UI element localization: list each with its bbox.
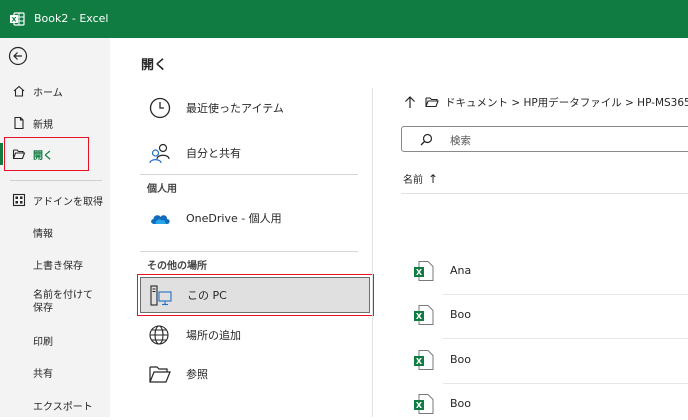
addins-grid-icon (12, 193, 26, 207)
file-row[interactable]: X Boo (413, 300, 688, 330)
excel-file-icon: X (414, 394, 434, 414)
clock-icon (149, 97, 171, 119)
excel-app-icon: X (10, 12, 25, 26)
nav-new-label: 新規 (33, 119, 53, 131)
nav-divider (10, 180, 102, 181)
file-browser: ドキュメント > HP用データファイル > HP-MS365 検索 名前 ↑ X… (373, 38, 688, 417)
shared-people-icon (149, 143, 170, 164)
file-row[interactable]: X Boo (413, 389, 688, 419)
sort-ascending-icon: ↑ (428, 171, 439, 186)
highlight-box-open (4, 137, 89, 171)
location-onedrive-label: OneDrive - 個人用 (186, 212, 282, 225)
location-shared-label: 自分と共有 (186, 147, 241, 160)
section-personal: 個人用 (147, 184, 177, 195)
title-bar: X Book2 - Excel (0, 0, 688, 38)
file-name: Boo (450, 353, 472, 366)
nav-save-as-label: 名前を付けて保存 (33, 290, 93, 314)
location-add-place-label: 場所の追加 (186, 329, 241, 342)
nav-export-label: エクスポート (33, 401, 93, 413)
breadcrumb-path[interactable]: ドキュメント > HP用データファイル > HP-MS365 (445, 95, 688, 110)
nav-addins-label: アドインを取得 (33, 196, 103, 208)
header-divider (401, 193, 688, 194)
file-row[interactable]: X Boo (413, 345, 688, 375)
svg-text:X: X (416, 268, 423, 277)
excel-file-icon: X (414, 261, 434, 281)
file-name: Ana (450, 264, 472, 277)
file-divider (443, 383, 688, 384)
location-browse-label: 参照 (186, 368, 208, 381)
file-name: Boo (450, 397, 472, 410)
file-name: Boo (450, 308, 472, 321)
nav-export[interactable]: エクスポート (0, 390, 110, 420)
nav-home-label: ホーム (33, 87, 63, 99)
nav-info-label: 情報 (33, 228, 53, 240)
backstage-nav: ホーム 新規 開く アドインを取得 情報 上書き保存 名前を付けて保存 印刷 共… (0, 38, 110, 417)
svg-text:X: X (416, 401, 423, 410)
location-recent-label: 最近使ったアイテム (186, 102, 284, 115)
excel-file-icon: X (414, 350, 434, 370)
search-icon (420, 133, 433, 146)
back-arrow-icon[interactable] (8, 46, 28, 66)
home-icon (13, 85, 25, 97)
nav-save[interactable]: 上書き保存 (0, 249, 110, 279)
nav-addins[interactable]: アドインを取得 (0, 185, 110, 215)
open-pane: 開く 最近使ったアイテム 自分と共有 個人用 OneDrive - 個人用 その… (110, 38, 688, 417)
up-arrow-icon[interactable] (403, 95, 417, 109)
nav-print-label: 印刷 (33, 336, 53, 348)
section-divider (140, 251, 358, 252)
file-divider (443, 294, 688, 295)
folder-icon (425, 97, 439, 108)
onedrive-cloud-icon (151, 215, 170, 224)
column-header-name[interactable]: 名前 ↑ (403, 171, 439, 187)
location-add-place[interactable]: 場所の追加 (140, 317, 370, 353)
svg-text:X: X (416, 357, 423, 366)
svg-text:X: X (11, 16, 16, 24)
nav-share[interactable]: 共有 (0, 357, 110, 387)
nav-save-label: 上書き保存 (33, 260, 83, 272)
page-title: 開く (141, 58, 168, 73)
search-placeholder: 検索 (450, 135, 471, 147)
excel-file-icon: X (414, 305, 434, 325)
highlight-box-this-pc (137, 274, 374, 316)
breadcrumb: ドキュメント > HP用データファイル > HP-MS365 (403, 94, 688, 110)
section-other-locations: その他の場所 (147, 261, 207, 272)
nav-share-label: 共有 (33, 368, 53, 380)
new-document-icon (14, 116, 24, 130)
column-header-name-label: 名前 (403, 175, 423, 186)
window-title: Book2 - Excel (34, 12, 109, 25)
location-browse[interactable]: 参照 (140, 356, 370, 392)
location-recent[interactable]: 最近使ったアイテム (140, 90, 370, 126)
browse-folder-icon (149, 366, 171, 383)
nav-print[interactable]: 印刷 (0, 325, 110, 355)
nav-info[interactable]: 情報 (0, 217, 110, 247)
search-input[interactable]: 検索 (401, 126, 688, 152)
nav-home[interactable]: ホーム (0, 76, 110, 106)
nav-new[interactable]: 新規 (0, 108, 110, 138)
globe-add-icon (149, 325, 169, 345)
location-onedrive[interactable]: OneDrive - 個人用 (140, 200, 370, 236)
nav-save-as[interactable]: 名前を付けて保存 (0, 284, 110, 320)
section-divider (140, 174, 358, 175)
file-divider (443, 338, 688, 339)
location-shared[interactable]: 自分と共有 (140, 135, 370, 171)
file-row[interactable]: X Ana (413, 256, 688, 286)
svg-text:X: X (416, 312, 423, 321)
